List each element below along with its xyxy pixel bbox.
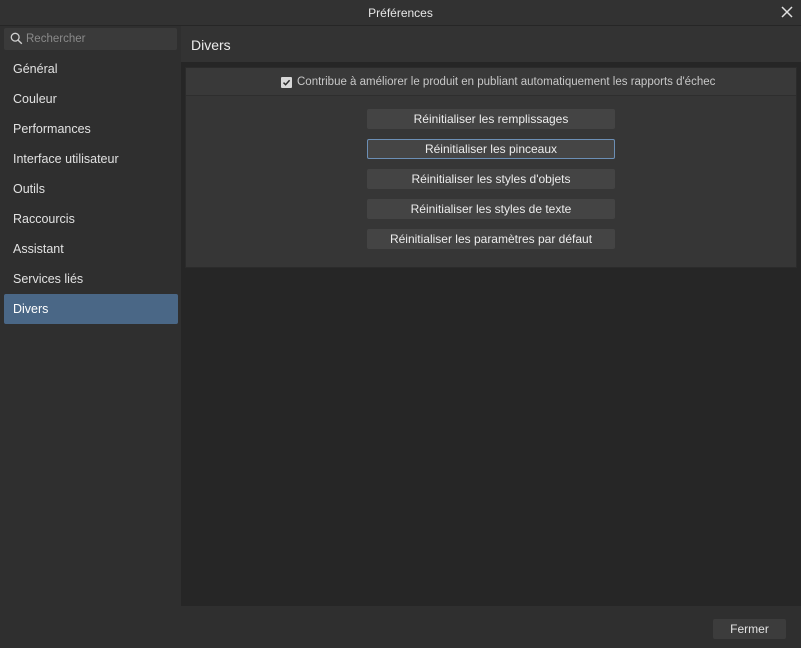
reset-text-styles-button[interactable]: Réinitialiser les styles de texte <box>367 199 615 219</box>
search-input[interactable] <box>26 28 174 50</box>
divers-panel: Contribue à améliorer le produit en publ… <box>185 67 797 268</box>
close-icon[interactable] <box>779 4 795 20</box>
dialog-footer: Fermer <box>0 606 801 648</box>
sidebar: Général Couleur Performances Interface u… <box>0 26 181 648</box>
reset-brushes-button[interactable]: Réinitialiser les pinceaux <box>367 139 615 159</box>
sidebar-item-raccourcis[interactable]: Raccourcis <box>4 204 178 234</box>
window-title: Préférences <box>368 6 433 20</box>
checkmark-icon <box>282 79 291 86</box>
crash-report-checkbox[interactable] <box>281 77 292 88</box>
sidebar-item-general[interactable]: Général <box>4 54 178 84</box>
sidebar-item-outils[interactable]: Outils <box>4 174 178 204</box>
sidebar-item-performances[interactable]: Performances <box>4 114 178 144</box>
page-title: Divers <box>191 37 231 53</box>
sidebar-item-interface[interactable]: Interface utilisateur <box>4 144 178 174</box>
crash-report-label: Contribue à améliorer le produit en publ… <box>297 76 716 88</box>
section-header: Divers <box>181 26 801 62</box>
reset-defaults-button[interactable]: Réinitialiser les paramètres par défaut <box>367 229 615 249</box>
main-content: Divers Contribue à améliorer le produit … <box>181 26 801 606</box>
sidebar-item-assistant[interactable]: Assistant <box>4 234 178 264</box>
search-icon <box>10 32 23 45</box>
title-bar: Préférences <box>0 0 801 26</box>
reset-object-styles-button[interactable]: Réinitialiser les styles d'objets <box>367 169 615 189</box>
search-box[interactable] <box>4 28 177 50</box>
preferences-nav: Général Couleur Performances Interface u… <box>4 54 178 324</box>
close-button[interactable]: Fermer <box>713 619 786 639</box>
sidebar-item-divers[interactable]: Divers <box>4 294 178 324</box>
reset-fills-button[interactable]: Réinitialiser les remplissages <box>367 109 615 129</box>
sidebar-item-services[interactable]: Services liés <box>4 264 178 294</box>
crash-report-row: Contribue à améliorer le produit en publ… <box>186 68 796 96</box>
sidebar-item-couleur[interactable]: Couleur <box>4 84 178 114</box>
